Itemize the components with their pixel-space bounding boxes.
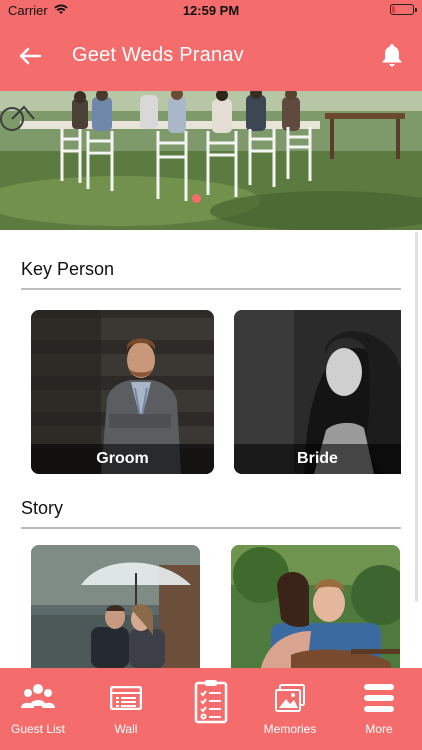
carousel-dot-active[interactable] [191, 194, 201, 203]
guests-icon [21, 684, 55, 708]
checklist-icon [194, 680, 228, 724]
clock: 12:59 PM [182, 3, 240, 18]
bride-label: Bride [234, 444, 401, 474]
arrow-left-icon [19, 47, 42, 65]
couple-guitar-photo [231, 545, 400, 668]
carousel-dot[interactable] [207, 194, 216, 203]
battery-icon [390, 4, 417, 15]
tab-checklist[interactable] [173, 668, 249, 750]
outdoor-dinner-photo [0, 91, 422, 230]
tab-more[interactable]: More [341, 668, 417, 750]
carousel-dot[interactable] [222, 194, 231, 203]
navigation-bar: Geet Weds Pranav [0, 22, 422, 91]
tab-more-label: More [365, 722, 393, 736]
bottom-tab-bar: Guest List Wall Memories More [0, 668, 422, 750]
tab-guest-list[interactable]: Guest List [0, 668, 76, 750]
tab-guest-list-label: Guest List [10, 722, 66, 736]
event-photo-carousel[interactable] [0, 91, 422, 230]
tab-wall-label: Wall [114, 722, 138, 736]
groom-card[interactable]: Groom [31, 310, 214, 474]
wall-icon [110, 686, 142, 710]
couple-umbrella-photo [31, 545, 200, 668]
story-divider [21, 527, 401, 529]
page-title: Geet Weds Pranav [72, 44, 244, 66]
status-bar: Carrier 12:59 PM [0, 0, 422, 22]
carousel-page-indicator[interactable] [0, 190, 422, 208]
key-person-divider [21, 288, 401, 290]
menu-icon [364, 684, 394, 712]
tab-wall[interactable]: Wall [88, 668, 164, 750]
story-card[interactable] [31, 545, 200, 668]
bride-card[interactable]: Bride [234, 310, 401, 474]
tab-memories[interactable]: Memories [252, 668, 328, 750]
bell-icon [382, 44, 402, 67]
story-heading: Story [21, 498, 64, 518]
back-button[interactable] [16, 42, 44, 70]
notification-button[interactable] [380, 42, 404, 68]
groom-label: Groom [31, 444, 214, 474]
story-card[interactable] [231, 545, 400, 668]
top-bar: Carrier 12:59 PM Geet Weds Pranav [0, 0, 422, 91]
tab-memories-label: Memories [263, 722, 317, 736]
scrollbar[interactable] [415, 232, 418, 602]
photos-icon [275, 684, 305, 712]
key-person-heading: Key Person [21, 259, 115, 279]
